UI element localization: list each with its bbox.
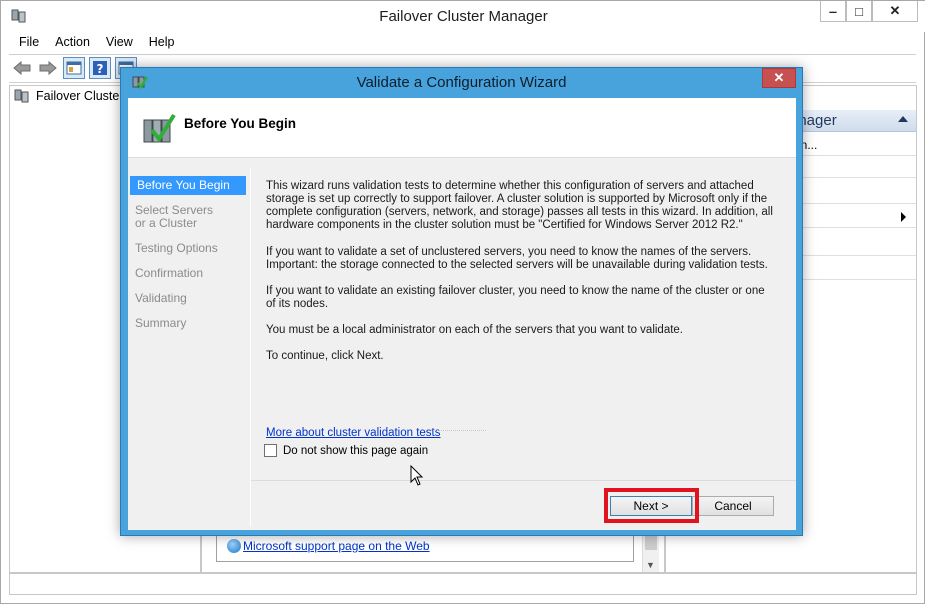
dialog-close-button[interactable]: ✕ — [762, 68, 796, 88]
unclustered-paragraph: If you want to validate a set of unclust… — [266, 246, 768, 271]
step-confirmation[interactable]: Confirmation — [128, 264, 246, 283]
step-summary[interactable]: Summary — [128, 314, 246, 333]
menu-action[interactable]: Action — [47, 32, 98, 54]
scrollbar-thumb[interactable] — [645, 536, 657, 550]
wizard-page-title: Before You Begin — [184, 116, 297, 131]
menu-divider — [9, 54, 916, 55]
tree-item-failover-cluster-manager[interactable]: Failover Cluster M — [14, 88, 137, 104]
forward-icon — [39, 61, 57, 75]
status-bar — [9, 573, 917, 595]
validate-configuration-wizard: Validate a Configuration Wizard ✕ Before… — [120, 67, 803, 536]
do-not-show-label: Do not show this page again — [283, 444, 429, 457]
cancel-button[interactable]: Cancel — [692, 496, 774, 516]
close-button[interactable]: ✕ — [872, 1, 918, 22]
dialog-titlebar[interactable]: Validate a Configuration Wizard ✕ — [121, 68, 802, 98]
wizard-content: This wizard runs validation tests to det… — [250, 168, 796, 526]
vertical-scrollbar[interactable]: ▼ — [642, 532, 659, 572]
intro-paragraph: This wizard runs validation tests to det… — [266, 180, 773, 231]
maximize-button[interactable]: □ — [846, 1, 872, 22]
support-link[interactable]: Microsoft support page on the Web — [243, 539, 430, 553]
support-links-box: Microsoft support page on the Web — [216, 532, 634, 562]
submenu-arrow-icon — [901, 212, 906, 222]
collapse-icon[interactable] — [898, 116, 908, 122]
next-button[interactable]: Next > — [610, 496, 692, 516]
menu-help[interactable]: Help — [141, 32, 183, 54]
more-about-validation-link[interactable]: More about cluster validation tests — [266, 427, 441, 439]
console-tree-icon — [66, 61, 82, 75]
validate-servers-icon — [143, 113, 176, 143]
menu-file[interactable]: File — [11, 32, 47, 54]
mouse-pointer-icon — [410, 465, 424, 486]
help-button[interactable]: ? — [89, 57, 111, 79]
svg-text:?: ? — [97, 62, 104, 76]
minimize-button[interactable]: ‒ — [820, 1, 846, 22]
toolbar: ? — [11, 56, 137, 80]
help-icon: ? — [93, 61, 107, 76]
step-testing-options[interactable]: Testing Options — [128, 239, 246, 258]
scroll-down-arrow-icon[interactable]: ▼ — [646, 560, 655, 570]
continue-paragraph: To continue, click Next. — [266, 350, 384, 362]
link-divider — [431, 430, 486, 431]
step-before-you-begin[interactable]: Before You Begin — [130, 176, 246, 195]
dialog-title: Validate a Configuration Wizard — [356, 74, 567, 91]
globe-icon — [227, 539, 241, 553]
back-button[interactable] — [11, 57, 33, 79]
do-not-show-checkbox-row[interactable]: Do not show this page again — [264, 444, 428, 457]
show-console-tree-button[interactable] — [63, 57, 85, 79]
forward-button[interactable] — [37, 57, 59, 79]
do-not-show-checkbox[interactable] — [264, 444, 277, 457]
footer-divider — [251, 480, 796, 481]
existing-cluster-paragraph: If you want to validate an existing fail… — [266, 285, 765, 310]
dialog-client-area: Before You Begin Before You Begin Select… — [128, 98, 796, 530]
administrator-paragraph: You must be a local administrator on eac… — [266, 324, 684, 336]
menu-view[interactable]: View — [98, 32, 141, 54]
cluster-manager-icon — [14, 89, 29, 103]
main-titlebar: Failover Cluster Manager ‒ □ ✕ — [1, 1, 925, 32]
wizard-header: Before You Begin — [128, 98, 796, 158]
window-title: Failover Cluster Manager — [379, 8, 548, 25]
step-select-servers[interactable]: Select Servers or a Cluster — [128, 201, 232, 233]
step-validating[interactable]: Validating — [128, 289, 246, 308]
wizard-steps: Before You Begin Select Servers or a Clu… — [128, 176, 246, 339]
menu-bar: File Action View Help — [11, 32, 183, 54]
back-icon — [13, 61, 31, 75]
